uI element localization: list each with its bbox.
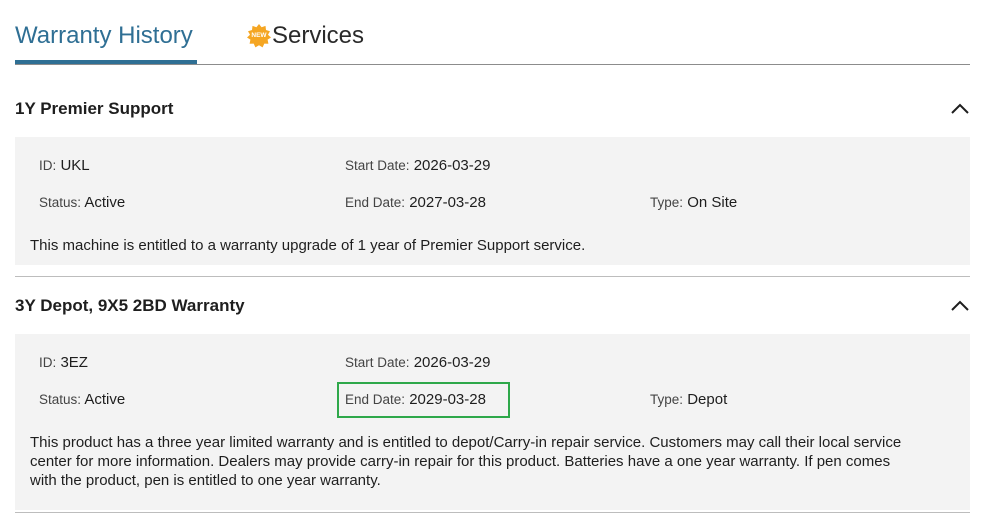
chevron-up-icon[interactable] <box>950 299 970 313</box>
tab-bar: Warranty History NEW Services <box>15 0 970 65</box>
warranty-details-panel-1: ID: UKL Start Date: 2026-03-29 Status: A… <box>15 137 970 265</box>
warranty-description: This machine is entitled to a warranty u… <box>30 237 586 254</box>
end-date-value: 2027-03-28 <box>409 194 486 211</box>
warranty-section-header-1[interactable]: 1Y Premier Support <box>15 90 970 130</box>
type-value: On Site <box>687 194 738 211</box>
new-badge-label: NEW <box>251 32 267 39</box>
warranty-description: This product has a three year limited wa… <box>30 433 901 490</box>
warranty-section-header-2[interactable]: 3Y Depot, 9X5 2BD Warranty <box>15 287 970 327</box>
warranty-details-panel-2: ID: 3EZ Start Date: 2026-03-29 Status: A… <box>15 334 970 510</box>
new-badge-icon: NEW <box>247 24 271 48</box>
warranty-id-value: UKL <box>60 157 90 174</box>
warranty-end-date: End Date: 2027-03-28 <box>345 194 486 211</box>
start-date-value: 2026-03-29 <box>413 157 491 174</box>
start-date-value: 2026-03-29 <box>413 354 491 371</box>
warranty-id-value: 3EZ <box>60 354 88 371</box>
section-divider <box>15 276 970 277</box>
chevron-up-icon[interactable] <box>950 102 970 116</box>
warranty-status: Status: Active <box>39 194 126 211</box>
warranty-status: Status: Active <box>39 391 126 408</box>
warranty-start-date: Start Date: 2026-03-29 <box>345 157 491 174</box>
type-value: Depot <box>687 391 728 408</box>
status-value: Active <box>84 194 126 211</box>
description-line: This product has a three year limited wa… <box>30 434 902 451</box>
section-divider <box>15 512 970 513</box>
warranty-start-date: Start Date: 2026-03-29 <box>345 354 491 371</box>
description-line: center for more information. Dealers may… <box>30 453 891 470</box>
end-date-highlight <box>337 382 510 418</box>
warranty-id: ID: 3EZ <box>39 354 88 371</box>
warranty-type: Type: Depot <box>650 391 728 408</box>
warranty-id: ID: UKL <box>39 157 90 174</box>
warranty-title: 3Y Depot, 9X5 2BD Warranty <box>15 296 245 315</box>
active-tab-indicator <box>15 60 197 64</box>
tab-services[interactable]: NEW Services <box>247 20 364 52</box>
warranty-type: Type: On Site <box>650 194 738 211</box>
tab-warranty-history[interactable]: Warranty History <box>15 20 193 52</box>
status-value: Active <box>84 391 126 408</box>
description-line: with the product, pen is entitled to one… <box>30 472 381 489</box>
warranty-title: 1Y Premier Support <box>15 99 174 118</box>
tab-services-label: Services <box>272 22 365 49</box>
